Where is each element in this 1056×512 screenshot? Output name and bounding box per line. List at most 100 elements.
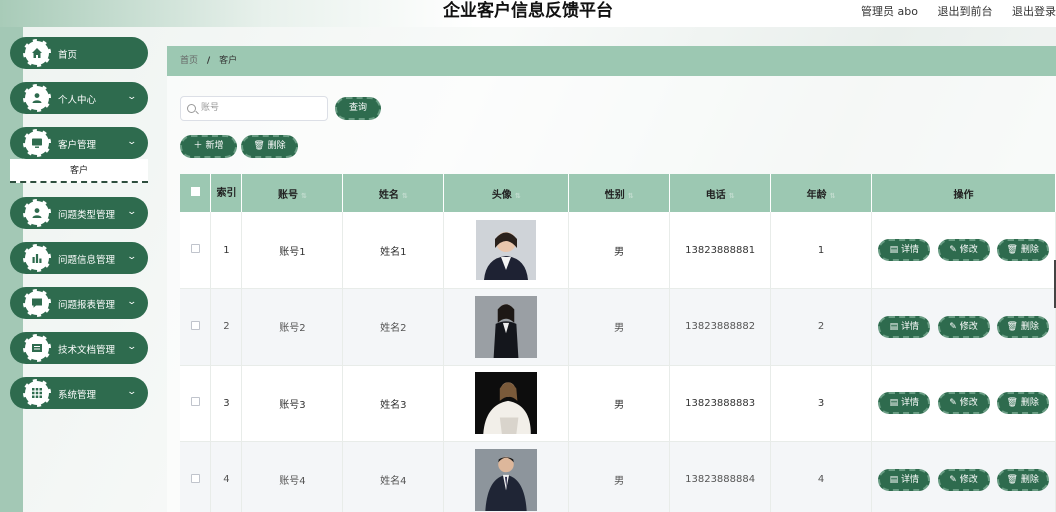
sidebar-item-home[interactable]: 首页 [10, 37, 148, 69]
cell-index: 4 [210, 441, 243, 512]
sidebar-item-issue-type-management[interactable]: 问题类型管理 ⌄ [10, 197, 148, 229]
sort-icon: ⇅ [300, 191, 307, 200]
sidebar-subitem-customer[interactable]: 客户 [10, 159, 148, 183]
avatar [475, 448, 538, 511]
cell-phone: 13823888882 [669, 288, 772, 366]
detail-button[interactable]: ▤ 详情 [878, 315, 931, 338]
cell-age: 2 [770, 288, 873, 366]
chevron-down-icon: ⌄ [126, 207, 138, 217]
search-button[interactable]: 查询 [335, 97, 381, 120]
sort-icon: ⇅ [627, 191, 634, 200]
sidebar-item-system-management[interactable]: 系统管理 ⌄ [10, 377, 148, 409]
column-header-age[interactable]: 年龄 ⇅ [770, 174, 873, 212]
table-row: 2 账号2 姓名2 男 13823888882 2 ▤ 详情 ✎ 修改 🗑 删除 [180, 288, 1056, 366]
add-button[interactable]: ＋ 新增 [180, 135, 237, 158]
edit-button[interactable]: ✎ 修改 [937, 468, 990, 491]
row-delete-button[interactable]: 🗑 删除 [996, 392, 1049, 415]
select-all-checkbox[interactable] [190, 187, 200, 196]
header-actions: 管理员 abo 退出到前台 退出登录 [861, 3, 1056, 19]
sidebar-item-issue-info-management[interactable]: 问题信息管理 ⌄ [10, 242, 148, 274]
row-checkbox[interactable] [190, 244, 200, 253]
edit-icon: ✎ [949, 398, 957, 409]
edit-button[interactable]: ✎ 修改 [937, 315, 990, 338]
breadcrumb-home[interactable]: 首页 [180, 56, 198, 66]
cell-age: 3 [770, 365, 873, 442]
edit-button[interactable]: ✎ 修改 [937, 239, 990, 261]
cell-name: 姓名2 [342, 288, 445, 366]
logout-link[interactable]: 退出登录 [1012, 5, 1056, 18]
sidebar: 首页 个人中心 ⌄ 客户管理 ⌄ 客户 问题类型管理 ⌄ 问题信息管理 ⌄ 问题… [10, 37, 160, 422]
row-delete-button[interactable]: 🗑 删除 [996, 468, 1049, 491]
header-label: 电话 [705, 189, 726, 201]
column-header-account[interactable]: 账号 ⇅ [241, 174, 344, 212]
sidebar-item-label: 问题类型管理 [58, 210, 116, 221]
detail-icon: ▤ [889, 245, 899, 255]
breadcrumb: 首页 / 客户 [167, 46, 1056, 76]
cell-account: 账号2 [241, 288, 344, 366]
row-delete-button[interactable]: 🗑 删除 [996, 315, 1049, 338]
cell-name: 姓名3 [342, 365, 445, 442]
main-area: 首页 / 客户 账号 查询 ＋ 新增 🗑 删除 索引 账号 ⇅ 姓名 ⇅ 头像 … [167, 46, 1056, 512]
cell-actions: ▤ 详情 ✎ 修改 🗑 删除 [871, 288, 1056, 366]
cell-gender: 男 [568, 212, 671, 289]
cell-gender: 男 [568, 288, 671, 366]
row-checkbox[interactable] [190, 397, 200, 407]
sidebar-item-label: 问题信息管理 [58, 255, 116, 266]
column-header-actions: 操作 [871, 174, 1056, 212]
cell-account: 账号3 [241, 365, 344, 442]
cell-index: 3 [210, 365, 243, 442]
sidebar-item-tech-doc-management[interactable]: 技术文档管理 ⌄ [10, 332, 148, 364]
customer-table: 索引 账号 ⇅ 姓名 ⇅ 头像 ⇅ 性别 ⇅ 电话 ⇅ 年龄 ⇅ 操作 1 账号1 姓名1 [180, 174, 1056, 512]
cell-actions: ▤ 详情 ✎ 修改 🗑 删除 [871, 365, 1056, 442]
column-header-name[interactable]: 姓名 ⇅ [342, 174, 445, 212]
sort-icon: ⇅ [728, 191, 735, 200]
sort-icon: ⇅ [401, 191, 408, 200]
cell-account: 账号4 [241, 441, 344, 512]
cell-avatar [443, 365, 570, 442]
cell-avatar [443, 212, 570, 289]
cell-avatar [443, 288, 570, 366]
edit-icon: ✎ [949, 245, 957, 255]
header-label: 头像 [491, 189, 512, 201]
row-checkbox[interactable] [190, 473, 200, 483]
cell-actions: ▤ 详情 ✎ 修改 🗑 删除 [871, 212, 1056, 289]
cell-phone: 13823888881 [669, 212, 772, 289]
cell-name: 姓名1 [342, 212, 445, 289]
user-icon [23, 199, 51, 227]
sidebar-item-issue-report-management[interactable]: 问题报表管理 ⌄ [10, 287, 148, 319]
chart-icon [23, 244, 51, 272]
sidebar-item-label: 系统管理 [58, 390, 97, 401]
edit-icon: ✎ [949, 474, 957, 485]
edit-button[interactable]: ✎ 修改 [937, 392, 990, 415]
user-info: 管理员 abo [861, 5, 918, 18]
trash-icon: 🗑 [1006, 321, 1018, 332]
detail-icon: ▤ [889, 321, 899, 332]
cell-index: 2 [210, 288, 243, 366]
sidebar-item-personal-center[interactable]: 个人中心 ⌄ [10, 82, 148, 114]
row-checkbox[interactable] [190, 320, 200, 330]
column-header-gender[interactable]: 性别 ⇅ [568, 174, 671, 212]
search-input[interactable]: 账号 [180, 96, 328, 121]
chevron-down-icon: ⌄ [126, 297, 138, 307]
avatar [475, 372, 538, 435]
row-delete-button[interactable]: 🗑 删除 [996, 239, 1049, 261]
detail-button[interactable]: ▤ 详情 [878, 392, 931, 415]
detail-button[interactable]: ▤ 详情 [878, 468, 931, 491]
exit-backend-link[interactable]: 退出到前台 [938, 5, 993, 18]
edit-icon: ✎ [949, 321, 957, 332]
column-header-avatar[interactable]: 头像 ⇅ [443, 174, 570, 212]
plus-icon: ＋ [193, 141, 203, 151]
delete-button[interactable]: 🗑 删除 [241, 135, 298, 158]
cell-age: 1 [770, 212, 873, 289]
sidebar-item-customer-management[interactable]: 客户管理 ⌄ [10, 127, 148, 159]
header-label: 性别 [604, 189, 625, 201]
column-header-phone[interactable]: 电话 ⇅ [669, 174, 772, 212]
cell-name: 姓名4 [342, 441, 445, 512]
trash-icon: 🗑 [1006, 245, 1018, 255]
sidebar-item-label: 问题报表管理 [58, 300, 116, 311]
sidebar-item-label: 首页 [58, 50, 78, 61]
column-header-index: 索引 [210, 174, 243, 212]
cell-age: 4 [770, 441, 873, 512]
chevron-down-icon: ⌄ [126, 137, 138, 147]
detail-button[interactable]: ▤ 详情 [878, 239, 931, 261]
